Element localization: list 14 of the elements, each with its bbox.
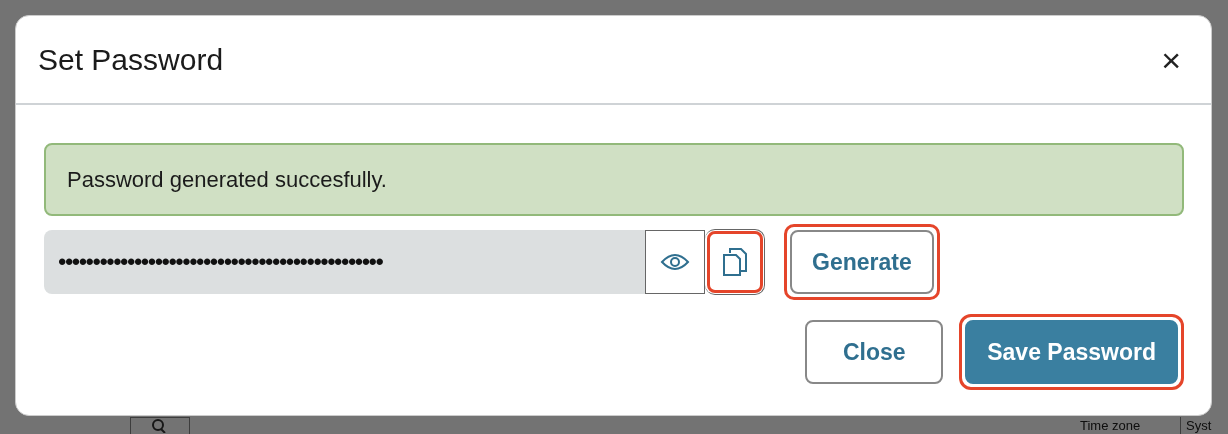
background-label: Syst [1180,417,1212,434]
show-password-button[interactable] [645,230,705,294]
success-alert: Password generated succesfully. [44,143,1184,216]
password-field[interactable]: ••••••••••••••••••••••••••••••••••••••••••••••• [44,230,645,294]
dialog-title: Set Password [38,42,224,77]
search-icon [152,419,168,433]
generate-button[interactable]: Generate [790,230,934,294]
background-label: Time zone [1080,417,1141,434]
eye-icon [660,252,690,272]
save-button[interactable]: Save Password [965,320,1178,384]
copy-icon [721,247,748,277]
close-button[interactable]: Close [805,320,944,384]
search-button[interactable] [130,417,190,434]
copy-button[interactable] [705,229,765,295]
